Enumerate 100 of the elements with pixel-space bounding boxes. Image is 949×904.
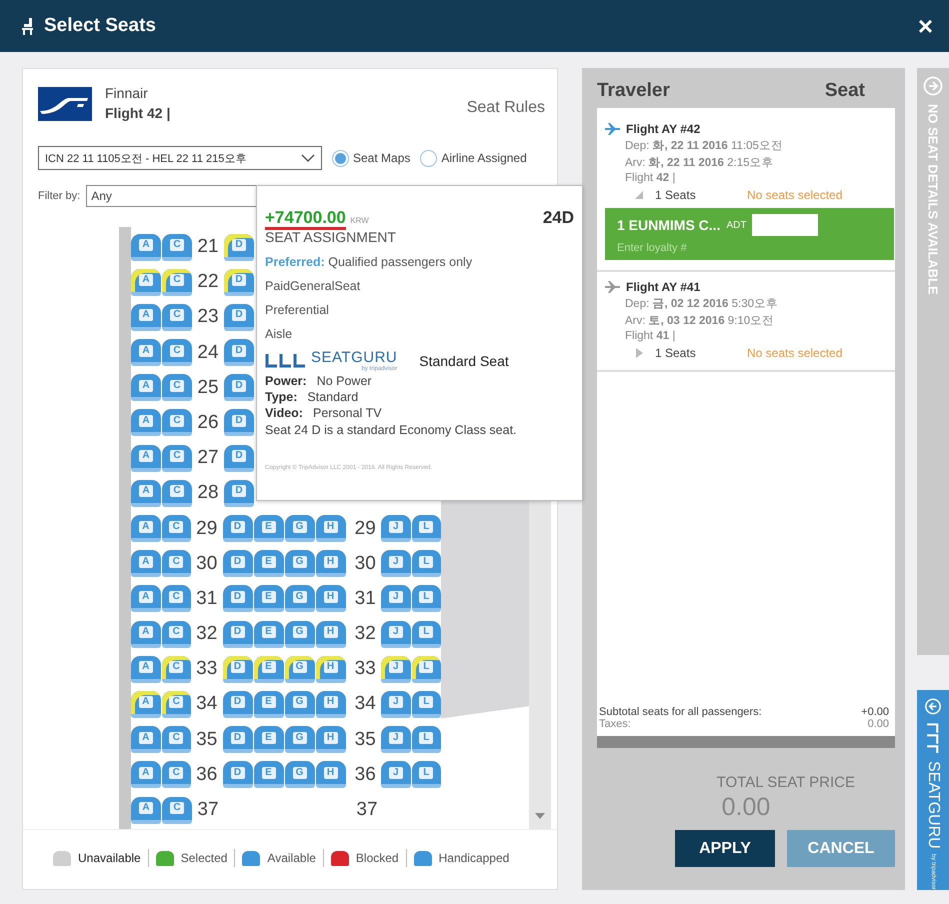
seat-button[interactable]: L	[412, 761, 441, 788]
seat-button[interactable]: A	[131, 761, 160, 788]
seat-button[interactable]: A	[131, 339, 161, 366]
seat-button[interactable]: G	[284, 620, 314, 648]
seat-button[interactable]: D	[224, 268, 254, 296]
seat-field[interactable]	[752, 214, 818, 236]
seat-button[interactable]: E	[254, 550, 284, 578]
seat-button[interactable]: D	[224, 234, 254, 260]
seat-rules-link[interactable]: Seat Rules	[466, 99, 545, 117]
apply-button[interactable]: APPLY	[675, 830, 775, 867]
seat-button[interactable]: C	[162, 585, 191, 612]
seat-button[interactable]: G	[284, 585, 314, 612]
seat-button[interactable]: C	[162, 761, 191, 788]
radio-button[interactable]	[332, 150, 349, 166]
seat-button[interactable]: A	[131, 656, 160, 683]
seat-button[interactable]: C	[162, 550, 191, 578]
seat-button[interactable]: C	[162, 409, 192, 436]
seat-button[interactable]: J	[381, 690, 410, 718]
scroll-down-icon[interactable]	[535, 813, 545, 819]
seat-button[interactable]: A	[131, 620, 160, 648]
seat-button[interactable]: C	[162, 444, 192, 472]
seat-button[interactable]: A	[131, 726, 160, 754]
seat-button[interactable]: D	[222, 620, 252, 648]
seat-button[interactable]: D	[224, 304, 254, 331]
seat-button[interactable]: A	[131, 234, 161, 260]
seat-button[interactable]: C	[162, 234, 192, 260]
seat-button[interactable]: E	[254, 726, 284, 754]
seat-button[interactable]: E	[254, 585, 284, 612]
seat-button[interactable]: C	[162, 268, 192, 296]
seat-button[interactable]: A	[131, 409, 161, 436]
seat-button[interactable]: C	[162, 339, 192, 366]
cancel-button[interactable]: CANCEL	[787, 830, 895, 867]
seat-button[interactable]: H	[316, 656, 346, 683]
seat-button[interactable]: H	[316, 550, 346, 578]
seat-button[interactable]: H	[316, 726, 346, 754]
seat-button[interactable]: C	[162, 304, 192, 331]
seat-button[interactable]: C	[162, 515, 191, 542]
loyalty-field[interactable]: Enter loyalty #	[617, 242, 737, 254]
seat-button[interactable]: G	[284, 761, 314, 788]
seat-button[interactable]: C	[162, 656, 191, 683]
close-button[interactable]: ×	[902, 10, 949, 42]
seat-button[interactable]: D	[222, 761, 252, 788]
seat-button[interactable]: L	[412, 620, 441, 648]
seat-button[interactable]: D	[224, 444, 254, 472]
seat-button[interactable]: D	[224, 409, 254, 436]
seat-button[interactable]: A	[131, 374, 161, 402]
seat-button[interactable]: L	[412, 726, 441, 754]
seat-button[interactable]: E	[254, 620, 284, 648]
seat-button[interactable]: J	[381, 656, 410, 683]
seat-button[interactable]: C	[162, 620, 191, 648]
seat-button[interactable]: G	[284, 550, 314, 578]
seat-button[interactable]: J	[381, 620, 410, 648]
collapse-icon[interactable]	[635, 190, 643, 200]
seat-button[interactable]: D	[224, 480, 254, 507]
seat-button[interactable]: A	[131, 796, 161, 824]
expand-icon[interactable]	[635, 348, 643, 358]
seat-button[interactable]: C	[162, 796, 192, 824]
seat-button[interactable]: H	[316, 515, 346, 542]
seat-button[interactable]: D	[222, 515, 252, 542]
passenger-row[interactable]: 1 EUNMIMS C... ADT Enter loyalty #	[605, 208, 894, 260]
seat-button[interactable]: J	[381, 726, 410, 754]
seat-button[interactable]: L	[412, 585, 441, 612]
seat-button[interactable]: H	[316, 690, 346, 718]
seat-button[interactable]: H	[316, 761, 346, 788]
seat-button[interactable]: H	[316, 620, 346, 648]
seat-button[interactable]: G	[284, 726, 314, 754]
seat-button[interactable]: C	[162, 726, 191, 754]
seat-button[interactable]: J	[381, 550, 410, 578]
seat-button[interactable]: H	[316, 585, 346, 612]
seat-button[interactable]: A	[131, 444, 161, 472]
seat-button[interactable]: G	[284, 515, 314, 542]
flight-title[interactable]: Flight AY #41	[626, 280, 700, 294]
seat-button[interactable]: D	[222, 726, 252, 754]
seat-button[interactable]: L	[412, 550, 441, 578]
seat-button[interactable]: D	[222, 550, 252, 578]
seat-button[interactable]: D	[224, 374, 254, 402]
seat-button[interactable]: L	[412, 690, 441, 718]
flight-title[interactable]: Flight AY #42	[626, 122, 700, 136]
segment-dropdown[interactable]: ICN 22 11 1105오전 - HEL 22 11 215오후	[38, 146, 322, 170]
seat-button[interactable]: G	[284, 656, 314, 683]
seat-button[interactable]: C	[162, 480, 192, 507]
seat-button[interactable]: C	[162, 690, 191, 718]
seat-button[interactable]: J	[381, 761, 410, 788]
seat-button[interactable]: E	[254, 656, 284, 683]
seat-button[interactable]: A	[131, 515, 160, 542]
seat-button[interactable]: G	[284, 690, 314, 718]
seat-button[interactable]: L	[412, 515, 441, 542]
seat-button[interactable]: A	[131, 585, 160, 612]
seat-button[interactable]: D	[222, 656, 252, 683]
seat-button[interactable]: E	[254, 515, 284, 542]
seat-button[interactable]: E	[254, 690, 284, 718]
seat-button[interactable]: J	[381, 515, 410, 542]
seat-button[interactable]: A	[131, 550, 160, 578]
seat-button[interactable]: A	[131, 480, 161, 507]
seat-button[interactable]: L	[412, 656, 441, 683]
seat-button[interactable]: J	[381, 585, 410, 612]
seat-button[interactable]: E	[254, 761, 284, 788]
seat-button[interactable]: C	[162, 374, 192, 402]
radio-button[interactable]	[420, 150, 438, 166]
seat-button[interactable]: A	[131, 690, 160, 718]
